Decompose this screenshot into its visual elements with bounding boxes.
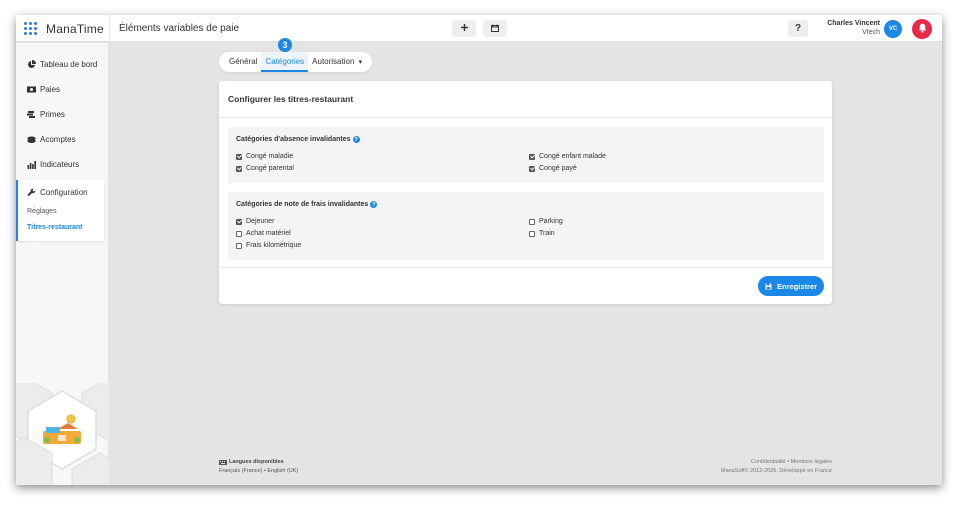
checkbox-box[interactable] bbox=[236, 242, 242, 249]
checkbox-parental-leave[interactable]: Congé parental bbox=[236, 165, 294, 172]
sidebar-item-label: Tableau de bord bbox=[40, 60, 98, 69]
brand-logo[interactable]: ManaTime bbox=[46, 22, 104, 36]
help-button[interactable]: ? bbox=[788, 20, 808, 37]
checkbox-train[interactable]: Train bbox=[529, 230, 555, 237]
bell-icon bbox=[918, 20, 927, 38]
section-title-text: Catégories de note de frais invalidantes bbox=[236, 201, 369, 208]
coin-stack-icon bbox=[27, 135, 36, 144]
calendar-icon bbox=[491, 23, 499, 35]
checkbox-lunch[interactable]: Dejeuner bbox=[236, 218, 274, 225]
section-title: Catégories d'absence invalidantes ? bbox=[236, 136, 360, 143]
checkbox-label: Congé maladie bbox=[246, 153, 294, 160]
checkbox-paid-leave[interactable]: Congé payé bbox=[529, 165, 577, 172]
languages-footer: Langues disponibles Français (France) • … bbox=[219, 459, 298, 474]
checkbox-equipment-purchase[interactable]: Achat matériel bbox=[236, 230, 291, 237]
money-icon bbox=[27, 85, 36, 94]
checkbox-box[interactable] bbox=[236, 218, 242, 225]
sidebar-item-configuration[interactable]: Configuration bbox=[27, 188, 88, 197]
help-icon[interactable]: ? bbox=[370, 201, 378, 208]
checkbox-box[interactable] bbox=[529, 230, 535, 237]
checkbox-box[interactable] bbox=[529, 218, 535, 225]
add-button[interactable] bbox=[452, 20, 476, 37]
languages-list[interactable]: Français (France) • English (UK) bbox=[219, 468, 298, 474]
checkbox-sick-child-leave[interactable]: Congé enfant malade bbox=[529, 153, 606, 160]
tab-categories[interactable]: Catégories bbox=[261, 52, 309, 72]
step-badge: 3 bbox=[278, 38, 292, 52]
tab-general[interactable]: Général bbox=[225, 52, 261, 72]
sidebar: Tableau de bord Paies Primes Acomptes In… bbox=[16, 43, 139, 485]
topbar-divider bbox=[109, 15, 110, 42]
wrench-icon bbox=[27, 188, 36, 197]
hexagon-illustration bbox=[16, 376, 139, 485]
sidebar-item-label: Primes bbox=[40, 110, 65, 119]
expense-categories-section: Catégories de note de frais invalidantes… bbox=[228, 192, 824, 260]
checkbox-box[interactable] bbox=[236, 153, 242, 160]
app-window: ManaTime Éléments variables de paie ? Ch… bbox=[16, 15, 942, 485]
keyboard-icon bbox=[219, 459, 227, 465]
checkbox-label: Congé enfant malade bbox=[539, 153, 606, 160]
avatar[interactable]: VC bbox=[884, 20, 902, 38]
section-title-text: Catégories d'absence invalidantes bbox=[236, 136, 351, 143]
top-bar: ManaTime Éléments variables de paie ? Ch… bbox=[16, 15, 942, 42]
checkbox-mileage[interactable]: Frais kilométrique bbox=[236, 242, 301, 249]
card-divider bbox=[219, 117, 832, 118]
sidebar-section-configuration: Configuration Réglages Titres-restaurant bbox=[16, 180, 104, 241]
checkbox-label: Congé payé bbox=[539, 165, 577, 172]
user-name[interactable]: Charles Vincent bbox=[816, 20, 880, 27]
checkbox-box[interactable] bbox=[529, 165, 535, 172]
calendar-button[interactable] bbox=[483, 20, 507, 37]
sidebar-item-dashboard[interactable]: Tableau de bord bbox=[27, 60, 97, 69]
sidebar-item-label: Configuration bbox=[40, 188, 88, 197]
sidebar-subitem-settings[interactable]: Réglages bbox=[27, 208, 57, 215]
checkbox-label: Train bbox=[539, 230, 555, 237]
sidebar-item-label: Acomptes bbox=[40, 135, 76, 144]
checkbox-parking[interactable]: Parking bbox=[529, 218, 563, 225]
checkbox-label: Congé parental bbox=[246, 165, 294, 172]
absence-categories-section: Catégories d'absence invalidantes ? Cong… bbox=[228, 127, 824, 183]
copyright-text: ManaSoft© 2012-2025, Développé en France bbox=[720, 468, 832, 474]
sidebar-item-bonuses[interactable]: Primes bbox=[27, 110, 65, 119]
checkbox-label: Parking bbox=[539, 218, 563, 225]
legal-footer: Confidentialité • Mentions légales ManaS… bbox=[632, 459, 832, 474]
settings-card: Configurer les titres-restaurant Catégor… bbox=[219, 81, 832, 304]
tab-label: Autorisation bbox=[312, 57, 355, 66]
bar-chart-icon bbox=[27, 160, 36, 169]
checkbox-label: Frais kilométrique bbox=[246, 242, 302, 249]
sidebar-item-label: Paies bbox=[40, 85, 61, 94]
help-icon[interactable]: ? bbox=[352, 136, 360, 143]
apps-grid-icon[interactable] bbox=[24, 22, 37, 35]
sidebar-item-payroll[interactable]: Paies bbox=[27, 85, 60, 94]
save-button[interactable]: Enregistrer bbox=[758, 276, 824, 296]
legal-links[interactable]: Confidentialité • Mentions légales bbox=[632, 459, 832, 465]
checkbox-box[interactable] bbox=[236, 230, 242, 237]
tab-bar: Général Catégories Autorisation ▾ bbox=[219, 52, 373, 72]
languages-title: Langues disponibles bbox=[229, 459, 284, 465]
checkbox-label: Dejeuner bbox=[246, 218, 275, 225]
notifications-button[interactable] bbox=[912, 19, 932, 39]
section-title: Catégories de note de frais invalidantes… bbox=[236, 201, 378, 208]
checkbox-sick-leave[interactable]: Congé maladie bbox=[236, 153, 293, 160]
chevron-down-icon: ▾ bbox=[358, 59, 363, 66]
checkbox-box[interactable] bbox=[529, 153, 535, 160]
coins-icon bbox=[27, 110, 36, 119]
checkbox-box[interactable] bbox=[236, 165, 242, 172]
page-title: Éléments variables de paie bbox=[119, 23, 240, 34]
card-footer-divider bbox=[219, 267, 832, 268]
save-button-label: Enregistrer bbox=[776, 281, 818, 291]
card-title: Configurer les titres-restaurant bbox=[228, 94, 354, 104]
sidebar-item-advances[interactable]: Acomptes bbox=[27, 135, 76, 144]
checkbox-label: Achat matériel bbox=[246, 230, 291, 237]
pie-chart-icon bbox=[27, 60, 36, 69]
sidebar-item-indicators[interactable]: Indicateurs bbox=[27, 160, 79, 169]
tab-authorization[interactable]: Autorisation ▾ bbox=[308, 52, 366, 72]
save-icon bbox=[765, 283, 772, 290]
plus-icon bbox=[460, 23, 469, 35]
sidebar-item-label: Indicateurs bbox=[40, 160, 80, 169]
sidebar-subitem-meal-vouchers[interactable]: Titres-restaurant bbox=[27, 224, 83, 231]
user-company: Vtech bbox=[862, 29, 880, 36]
